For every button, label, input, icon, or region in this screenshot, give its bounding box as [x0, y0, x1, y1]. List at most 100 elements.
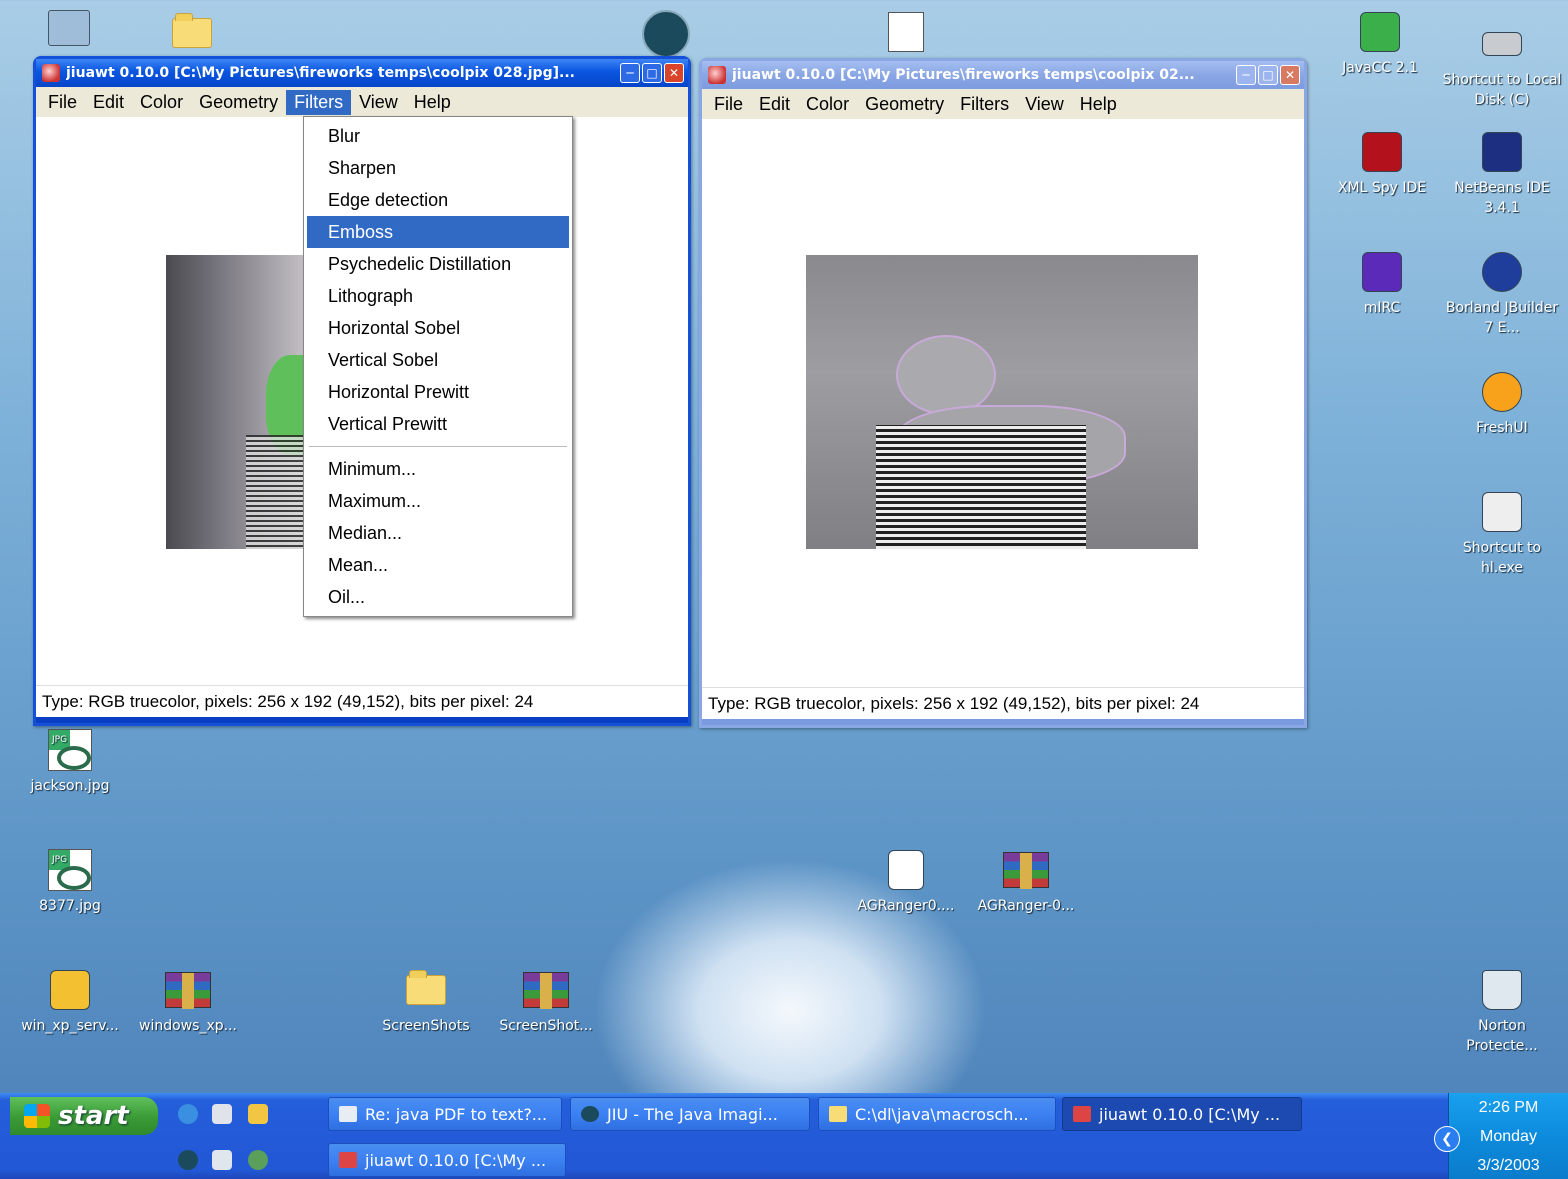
desktop-icon-mirc[interactable]: mIRC [1322, 250, 1442, 318]
menu-item-psychedelic-distillation[interactable]: Psychedelic Distillation [307, 248, 569, 280]
desktop-icon-jbuilder[interactable]: Borland JBuilder 7 E... [1442, 250, 1562, 338]
menu-geometry[interactable]: Geometry [857, 92, 952, 117]
desktop-icon-xmlspy[interactable]: XML Spy IDE [1322, 130, 1442, 198]
tray-expand-icon[interactable]: ❮ [1434, 1126, 1460, 1152]
menu-item-mean[interactable]: Mean... [307, 549, 569, 581]
menu-color[interactable]: Color [798, 92, 857, 117]
email-icon [339, 1106, 357, 1122]
netscape-quick-icon[interactable] [178, 1150, 198, 1170]
taskbar-button-jiuawt-2[interactable]: jiuawt 0.10.0 [C:\My ... [328, 1143, 566, 1177]
taskbar-button-email[interactable]: Re: java PDF to text?... [328, 1097, 562, 1131]
desktop-icon-agranger-doc[interactable]: AGRanger0.... [846, 848, 966, 916]
desktop-icon-norton[interactable]: Norton Protecte... [1442, 968, 1562, 1056]
taskbar-button-label: Re: java PDF to text?... [365, 1104, 548, 1124]
menu-help[interactable]: Help [406, 90, 459, 115]
drive-icon [1478, 22, 1526, 66]
desktop-icon-local-disk[interactable]: Shortcut to Local Disk (C) [1442, 22, 1562, 110]
clock-day: Monday [1480, 1128, 1537, 1145]
menu-view[interactable]: View [351, 90, 406, 115]
menu-edit[interactable]: Edit [85, 90, 132, 115]
rar-archive-icon [522, 968, 570, 1012]
title-bar[interactable]: jiuawt 0.10.0 [C:\My Pictures\fireworks … [702, 61, 1304, 89]
desktop-icon-label: FreshUI [1476, 420, 1528, 436]
folder-icon [829, 1106, 847, 1122]
rar-archive-icon [1002, 848, 1050, 892]
maximize-button[interactable]: □ [1258, 65, 1278, 85]
my-computer-icon[interactable] [48, 10, 90, 46]
close-button[interactable]: ✕ [1280, 65, 1300, 85]
messenger-icon[interactable] [248, 1150, 268, 1170]
menu-item-emboss[interactable]: Emboss [307, 216, 569, 248]
menu-edit[interactable]: Edit [751, 92, 798, 117]
desktop-icon-screenshots-folder[interactable]: ScreenShots [366, 968, 486, 1036]
desktop-icon-label: 8377.jpg [39, 898, 101, 914]
menu-item-edge-detection[interactable]: Edge detection [307, 184, 569, 216]
desktop-icon-label: AGRanger0.... [857, 898, 955, 914]
folder-icon [402, 968, 450, 1012]
title-bar[interactable]: jiuawt 0.10.0 [C:\My Pictures\fireworks … [36, 59, 688, 87]
menu-geometry[interactable]: Geometry [191, 90, 286, 115]
maximize-button[interactable]: □ [642, 63, 662, 83]
menu-file[interactable]: File [40, 90, 85, 115]
folder-icon[interactable] [172, 13, 212, 48]
image-canvas [702, 119, 1304, 687]
desktop-icon-agranger-rar[interactable]: AGRanger-0... [966, 848, 1086, 916]
outlook-icon[interactable] [248, 1104, 268, 1124]
mail-icon[interactable] [212, 1150, 232, 1170]
menu-item-vertical-sobel[interactable]: Vertical Sobel [307, 344, 569, 376]
taskbar-button-jiuawt-1[interactable]: jiuawt 0.10.0 [C:\My ... [1062, 1097, 1302, 1131]
window-title: jiuawt 0.10.0 [C:\My Pictures\fireworks … [732, 67, 1195, 83]
start-button[interactable]: start [10, 1097, 158, 1135]
frog-photo [166, 255, 306, 549]
netscape-icon [581, 1106, 599, 1122]
desktop-icon-label: JavaCC 2.1 [1342, 60, 1418, 76]
jiuawt-app-icon [42, 64, 60, 82]
document-icon [882, 848, 930, 892]
menu-item-sharpen[interactable]: Sharpen [307, 152, 569, 184]
netbeans-icon [1478, 130, 1526, 174]
minimize-button[interactable]: ─ [1236, 65, 1256, 85]
desktop-icon-8377-jpg[interactable]: 8377.jpg [10, 848, 130, 916]
menu-color[interactable]: Color [132, 90, 191, 115]
menu-item-minimum[interactable]: Minimum... [307, 453, 569, 485]
taskbar-button-jiu-browser[interactable]: JIU - The Java Imagi... [570, 1097, 810, 1131]
desktop-icon-hl[interactable]: Shortcut to hl.exe [1442, 490, 1562, 578]
jiuawt-window-right[interactable]: jiuawt 0.10.0 [C:\My Pictures\fireworks … [699, 58, 1307, 728]
menu-view[interactable]: View [1017, 92, 1072, 117]
menu-item-horizontal-sobel[interactable]: Horizontal Sobel [307, 312, 569, 344]
menu-item-horizontal-prewitt[interactable]: Horizontal Prewitt [307, 376, 569, 408]
menu-item-median[interactable]: Median... [307, 517, 569, 549]
minimize-button[interactable]: ─ [620, 63, 640, 83]
netscape-icon[interactable] [642, 10, 690, 58]
filters-dropdown: Blur Sharpen Edge detection Emboss Psych… [303, 116, 573, 617]
menu-help[interactable]: Help [1072, 92, 1125, 117]
menu-item-lithograph[interactable]: Lithograph [307, 280, 569, 312]
desktop-icon-win-xp-serv[interactable]: win_xp_serv... [10, 968, 130, 1036]
close-button[interactable]: ✕ [664, 63, 684, 83]
desktop-icon-freshui[interactable]: FreshUI [1442, 370, 1562, 438]
menu-filters[interactable]: Filters [952, 92, 1017, 117]
media-player-icon[interactable] [212, 1104, 232, 1124]
desktop-icon-label: AGRanger-0... [977, 898, 1075, 914]
menu-item-vertical-prewitt[interactable]: Vertical Prewitt [307, 408, 569, 440]
menu-item-maximum[interactable]: Maximum... [307, 485, 569, 517]
clock-time[interactable]: 2:26 PM [1449, 1093, 1568, 1122]
desktop-icon-label: jackson.jpg [30, 778, 110, 794]
desktop-icon-label: Shortcut to Local Disk (C) [1442, 72, 1562, 108]
menu-separator [309, 446, 567, 447]
desktop-icon-windows-xp[interactable]: windows_xp... [128, 968, 248, 1036]
desktop-icon-jackson-jpg[interactable]: jackson.jpg [10, 728, 130, 796]
menu-item-blur[interactable]: Blur [307, 120, 569, 152]
menu-bar: File Edit Color Geometry Filters View He… [36, 87, 688, 117]
taskbar-button-explorer[interactable]: C:\dl\java\macrosch... [818, 1097, 1056, 1131]
desktop-icon-netbeans[interactable]: NetBeans IDE 3.4.1 [1442, 130, 1562, 218]
document-icon[interactable] [888, 12, 924, 52]
menu-file[interactable]: File [706, 92, 751, 117]
installer-icon [46, 968, 94, 1012]
ie-icon[interactable] [178, 1104, 198, 1124]
desktop-icon-javacc[interactable]: JavaCC 2.1 [1320, 10, 1440, 78]
desktop-icon-screenshot-rar[interactable]: ScreenShot... [486, 968, 606, 1036]
desktop-icon-label: win_xp_serv... [21, 1018, 119, 1034]
menu-filters[interactable]: Filters [286, 89, 352, 115]
menu-item-oil[interactable]: Oil... [307, 581, 569, 613]
